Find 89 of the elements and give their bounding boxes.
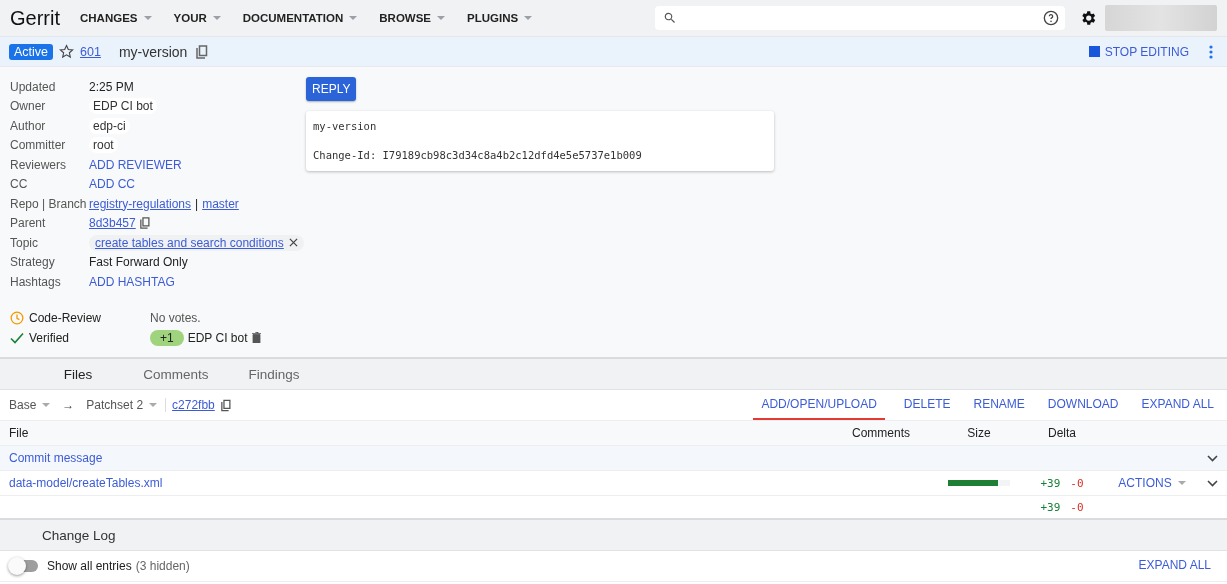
account-chip[interactable]: EDP CI bot xyxy=(89,98,157,115)
patchset-dropdown[interactable]: Patchset 2 xyxy=(86,398,167,412)
vote-score-chip: +1 xyxy=(150,329,184,346)
add-link[interactable]: ADD CC xyxy=(89,177,135,192)
caret-icon xyxy=(1177,481,1186,485)
file-action-button[interactable]: DELETE xyxy=(899,390,955,420)
actions-dropdown[interactable]: ACTIONS xyxy=(1118,476,1186,490)
lines-removed: -0 xyxy=(1070,476,1084,490)
copy-icon[interactable] xyxy=(196,44,210,59)
nav-menu[interactable]: BROWSE xyxy=(379,12,445,24)
column-header: Size xyxy=(966,426,992,440)
caret-icon xyxy=(212,16,221,20)
parent-link[interactable]: 8d3b457 xyxy=(89,216,136,231)
change-number-link[interactable]: 601 xyxy=(80,44,101,59)
caret-icon xyxy=(42,403,51,407)
arrow-glyph: → xyxy=(62,398,75,412)
file-action-button[interactable]: RENAME xyxy=(969,390,1029,420)
search-field[interactable] xyxy=(655,6,1065,30)
branch-link[interactable]: master xyxy=(202,196,239,211)
file-action-button[interactable]: DOWNLOAD xyxy=(1043,390,1123,420)
add-link[interactable]: ADD REVIEWER xyxy=(89,157,182,172)
field-label: Strategy xyxy=(10,255,56,270)
caret-icon xyxy=(524,16,533,20)
field-value: Fast Forward Only xyxy=(89,255,188,270)
add-link[interactable]: ADD HASHTAG xyxy=(89,274,175,289)
copy-icon[interactable] xyxy=(220,398,232,412)
star-icon[interactable] xyxy=(59,44,75,59)
checkmark-icon xyxy=(10,331,24,344)
total-removed: -0 xyxy=(1070,500,1084,514)
account-chip[interactable]: root xyxy=(89,137,118,154)
help-icon[interactable] xyxy=(1043,10,1059,26)
reply-button[interactable]: REPLY xyxy=(306,77,357,101)
close-icon[interactable] xyxy=(288,238,298,248)
more-menu-icon[interactable] xyxy=(1209,44,1213,59)
hidden-count: (3 hidden) xyxy=(135,559,190,573)
nav-menu[interactable]: PLUGINS xyxy=(467,12,533,24)
tab[interactable]: Comments xyxy=(127,366,225,382)
clock-icon xyxy=(10,310,24,325)
field-label: Parent xyxy=(10,216,47,231)
caret-icon xyxy=(149,403,158,407)
status-badge: Active xyxy=(9,43,54,60)
field-label: Updated xyxy=(10,79,57,94)
caret-icon xyxy=(143,16,152,20)
caret-icon xyxy=(437,16,445,20)
file-link[interactable]: data-model/createTables.xml xyxy=(0,476,821,490)
expand-all-button[interactable]: EXPAND ALL xyxy=(1134,551,1215,581)
repo-link[interactable]: registry-regulations xyxy=(89,196,192,211)
label-name: Verified xyxy=(29,330,70,345)
field-label: CC xyxy=(10,177,29,192)
gerrit-logo[interactable]: Gerrit xyxy=(10,6,60,30)
search-icon xyxy=(663,11,677,25)
separator: | xyxy=(195,196,199,211)
field-value: 2:25 PM xyxy=(89,79,134,94)
field-label: Reviewers xyxy=(10,157,67,172)
nav-menu[interactable]: DOCUMENTATION xyxy=(242,12,358,24)
section-title: Change Log xyxy=(42,527,116,543)
copy-icon[interactable] xyxy=(139,217,151,230)
topic-chip[interactable]: create tables and search conditions xyxy=(89,234,304,251)
stop-editing-button[interactable]: STOP EDITING xyxy=(1088,44,1189,59)
tab[interactable]: Findings xyxy=(225,366,323,382)
change-subject: my-version xyxy=(118,43,188,60)
lines-added: +39 xyxy=(1040,476,1061,490)
total-added: +39 xyxy=(1040,500,1061,514)
label-name: Code-Review xyxy=(29,310,102,325)
tab[interactable]: Files xyxy=(29,366,127,382)
toggle-switch[interactable] xyxy=(10,560,38,572)
column-header: Comments xyxy=(851,426,911,440)
field-label: Author xyxy=(10,118,47,133)
commit-link[interactable]: c272fbb xyxy=(172,398,215,412)
expand-icon[interactable] xyxy=(1206,479,1218,487)
nav-menu[interactable]: YOUR xyxy=(173,12,221,24)
column-header: Delta xyxy=(1047,426,1077,440)
field-label: Topic xyxy=(10,235,39,250)
field-label: Committer xyxy=(10,138,67,153)
nav-menu[interactable]: CHANGES xyxy=(80,12,152,24)
field-label: Owner xyxy=(10,99,47,114)
file-action-button[interactable]: EXPAND ALL xyxy=(1137,390,1218,420)
column-header: File xyxy=(8,426,30,440)
voter-name: EDP CI bot xyxy=(187,330,248,345)
toggle-label: Show all entries xyxy=(47,559,132,573)
account-chip[interactable]: edp-ci xyxy=(89,117,130,134)
field-label: Hashtags xyxy=(10,274,62,289)
field-label: Repo | Branch xyxy=(10,196,88,211)
caret-icon xyxy=(349,16,358,20)
votes-text: No votes. xyxy=(150,310,201,325)
base-dropdown[interactable]: Base xyxy=(9,398,51,412)
commit-message: my-version Change-Id: I79189cb98c3d34c8a4b2c12dfd4e5e5737e1b009 xyxy=(306,111,774,171)
trash-icon[interactable] xyxy=(251,332,261,343)
expand-icon[interactable] xyxy=(1206,454,1218,462)
